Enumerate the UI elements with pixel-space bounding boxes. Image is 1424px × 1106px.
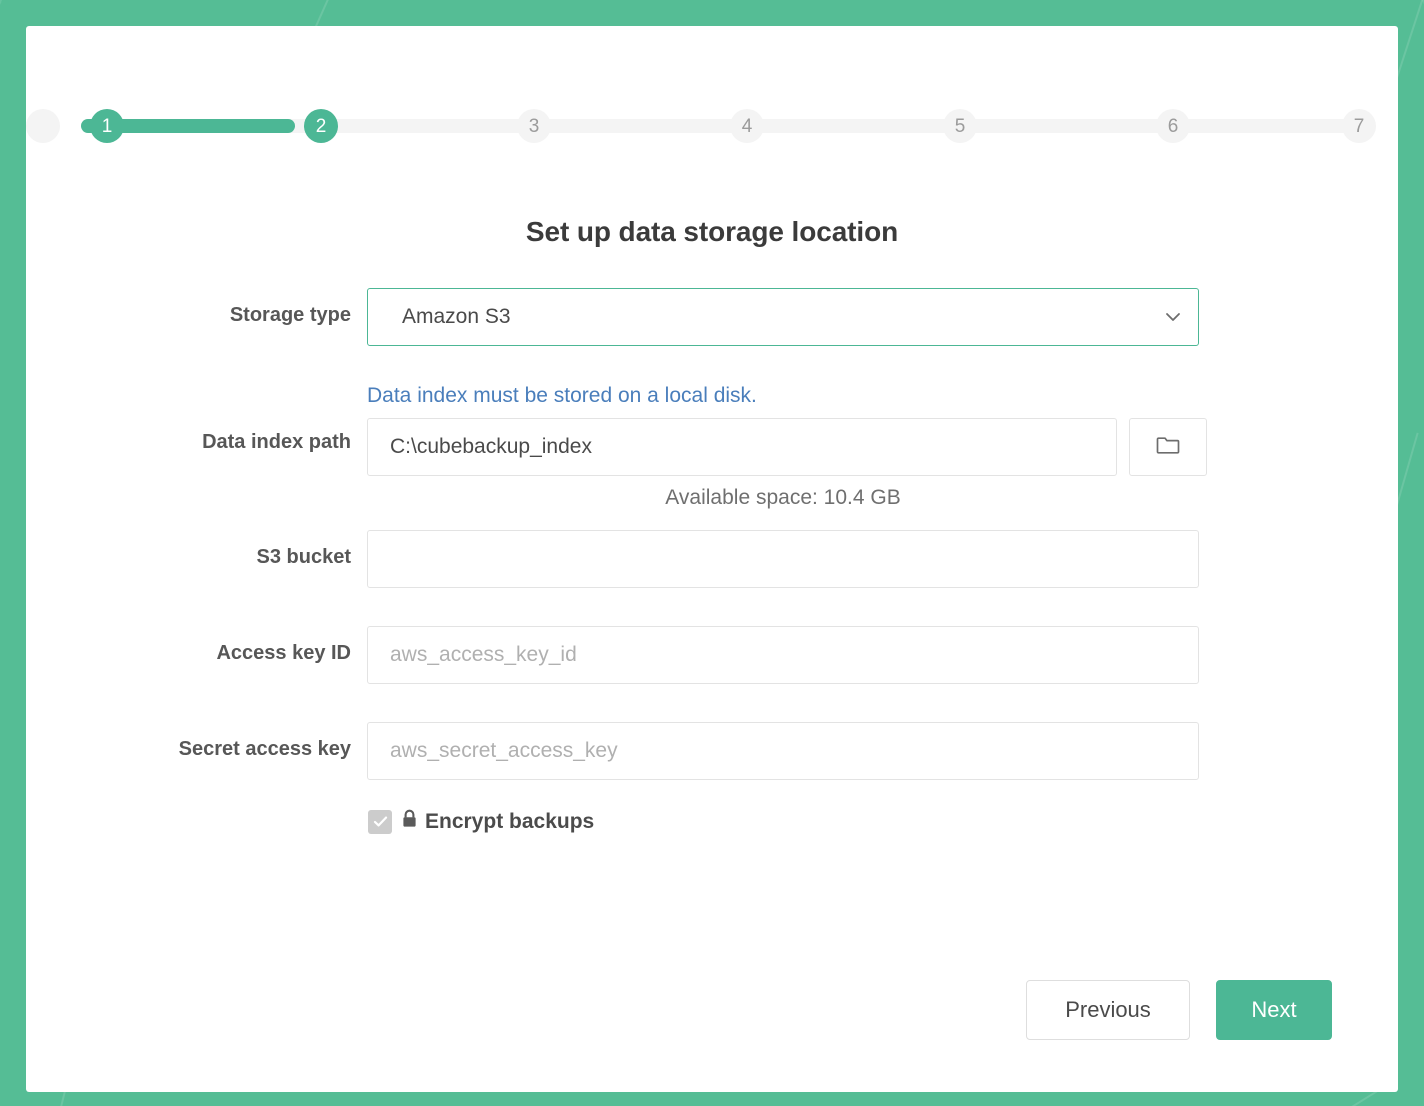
field-row-secret-access-key: Secret access key [26, 722, 1398, 780]
data-index-path-input[interactable] [367, 418, 1117, 476]
stepper-step-4[interactable]: 4 [730, 109, 764, 143]
stepper-step-7[interactable]: 7 [1342, 109, 1376, 143]
setup-wizard-card: 1 2 3 4 5 6 7 Set up data storage locati… [26, 26, 1398, 1092]
stepper-step-label: 1 [102, 117, 113, 136]
stepper-step-5[interactable]: 5 [943, 109, 977, 143]
stepper-step-1[interactable]: 1 [90, 109, 124, 143]
stepper-step-label: 6 [1168, 117, 1179, 136]
previous-button[interactable]: Previous [1026, 980, 1190, 1040]
stepper-step-2[interactable]: 2 [304, 109, 338, 143]
field-row-access-key-id: Access key ID [26, 626, 1398, 684]
s3-bucket-label: S3 bucket [26, 530, 367, 569]
stepper-step-label: 4 [742, 117, 753, 136]
stepper-step-3-placeholder [26, 109, 60, 143]
s3-bucket-input[interactable] [367, 530, 1199, 588]
stepper-step-3[interactable]: 3 [517, 109, 551, 143]
access-key-id-input[interactable] [367, 626, 1199, 684]
encrypt-backups-row[interactable]: Encrypt backups [368, 809, 594, 834]
secret-access-key-input[interactable] [367, 722, 1199, 780]
storage-location-form: Storage type Amazon S3 Data index path [26, 288, 1398, 834]
s3-bucket-control [367, 530, 1199, 588]
encrypt-backups-label: Encrypt backups [425, 810, 594, 834]
wizard-stepper: 1 2 3 4 5 6 7 [26, 85, 1398, 171]
wizard-footer: Previous Next [1026, 980, 1332, 1040]
storage-type-control: Amazon S3 [367, 288, 1199, 346]
encrypt-backups-checkbox[interactable] [368, 810, 392, 834]
secret-access-key-control [367, 722, 1199, 780]
field-row-data-index-path: Data index path Data index must be store… [26, 384, 1398, 510]
browse-folder-button[interactable] [1129, 418, 1207, 476]
folder-icon [1156, 434, 1180, 461]
storage-type-label: Storage type [26, 288, 367, 327]
stepper-step-label: 7 [1354, 117, 1365, 136]
encrypt-backups-control: Encrypt backups [367, 809, 594, 834]
storage-type-select-wrap: Amazon S3 [367, 288, 1199, 346]
next-button[interactable]: Next [1216, 980, 1332, 1040]
field-row-storage-type: Storage type Amazon S3 [26, 288, 1398, 346]
data-index-path-control: Data index must be stored on a local dis… [367, 384, 1199, 510]
storage-type-value: Amazon S3 [402, 305, 511, 329]
lock-icon [401, 809, 418, 834]
field-row-s3-bucket: S3 bucket [26, 530, 1398, 588]
data-index-path-label: Data index path [26, 384, 367, 454]
access-key-id-label: Access key ID [26, 626, 367, 665]
storage-type-select[interactable]: Amazon S3 [367, 288, 1199, 346]
page-title: Set up data storage location [26, 216, 1398, 248]
available-space-text: Available space: 10.4 GB [367, 486, 1199, 510]
encrypt-backups-label-group: Encrypt backups [401, 809, 594, 834]
stepper-step-label: 2 [316, 117, 327, 136]
stepper-step-label: 3 [529, 117, 540, 136]
field-row-encrypt-backups: Encrypt backups [26, 809, 1398, 834]
stepper-step-6[interactable]: 6 [1156, 109, 1190, 143]
stepper-step-label: 5 [955, 117, 966, 136]
secret-access-key-label: Secret access key [26, 722, 367, 761]
access-key-id-control [367, 626, 1199, 684]
data-index-hint: Data index must be stored on a local dis… [367, 384, 1199, 408]
